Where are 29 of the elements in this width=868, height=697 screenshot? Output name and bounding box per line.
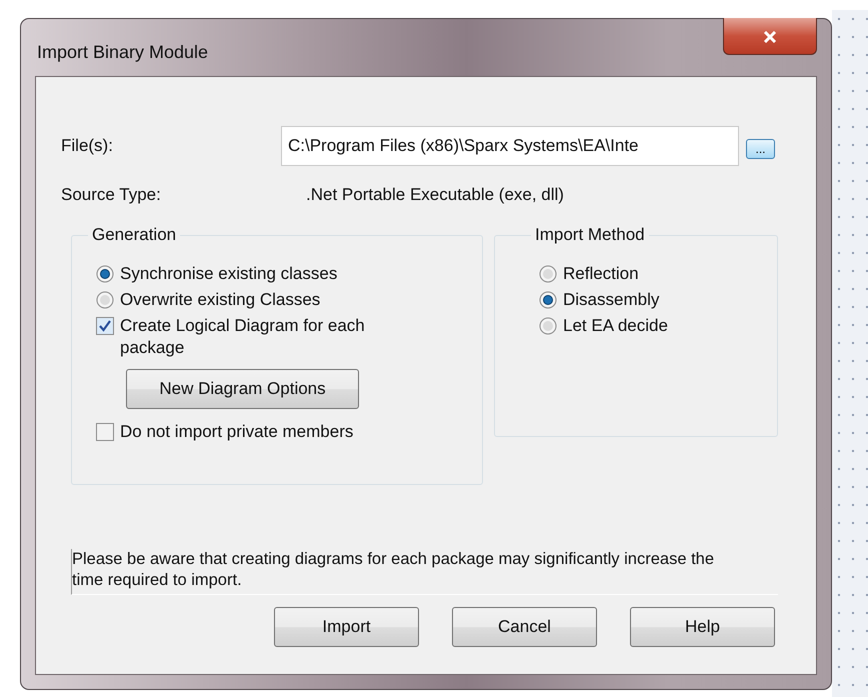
dialog-button[interactable]: Help xyxy=(630,607,775,647)
radio-button[interactable] xyxy=(539,317,557,335)
option-label: Create Logical Diagram for each package xyxy=(120,315,366,359)
close-button[interactable] xyxy=(723,18,817,55)
option-label: Reflection xyxy=(563,263,639,285)
window-title: Import Binary Module xyxy=(37,42,208,63)
radio-button[interactable] xyxy=(539,265,557,283)
checkbox[interactable] xyxy=(96,423,114,441)
radio-button[interactable] xyxy=(539,291,557,309)
close-icon xyxy=(763,31,777,43)
radio-button[interactable] xyxy=(96,291,114,309)
group-title: Import Method xyxy=(534,225,646,245)
dialog-button[interactable]: Cancel xyxy=(452,607,597,647)
checkbox[interactable] xyxy=(96,317,114,335)
option-label: Overwrite existing Classes xyxy=(120,289,320,311)
source-type-value: .Net Portable Executable (exe, dll) xyxy=(306,185,564,205)
new-diagram-options-button[interactable]: New Diagram Options xyxy=(126,369,359,409)
group-title: Generation xyxy=(91,225,178,245)
option-label: Synchronise existing classes xyxy=(120,263,338,285)
browse-button[interactable]: ... xyxy=(746,139,775,159)
radio-button[interactable] xyxy=(96,265,114,283)
option-label: Let EA decide xyxy=(563,315,668,337)
option-label: Disassembly xyxy=(563,289,660,311)
option-label: Do not import private members xyxy=(120,421,354,443)
info-text: Please be aware that creating diagrams for each package may significantly increase the time required to import. xyxy=(71,549,778,595)
files-label: File(s): xyxy=(61,136,114,156)
file-path-field[interactable]: C:\Program Files (x86)\Sparx Systems\EA\Inte xyxy=(281,126,739,166)
source-type-label: Source Type: xyxy=(61,185,162,205)
dialog-button[interactable]: Import xyxy=(274,607,419,647)
